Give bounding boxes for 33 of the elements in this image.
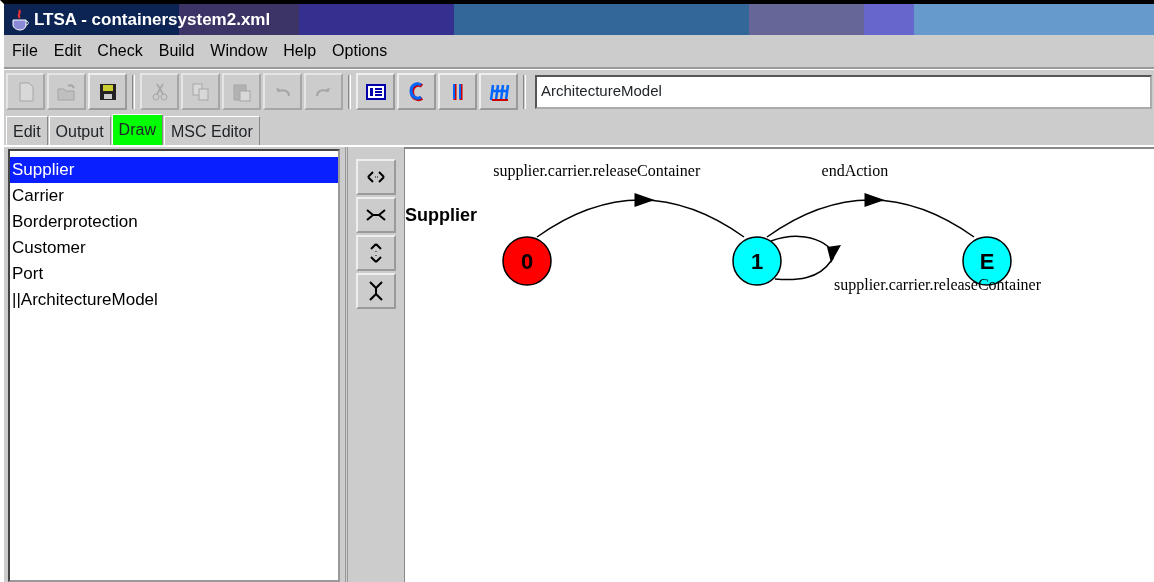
transition-label: endAction [821,162,889,179]
menu-item[interactable]: File [4,39,46,63]
list-item[interactable]: Carrier [10,183,338,209]
menu-item[interactable]: Help [275,39,325,63]
toolbar-button[interactable] [88,73,127,110]
copy-icon [189,80,212,103]
zoom-button[interactable] [356,235,396,271]
menu-item[interactable]: Check [89,39,151,63]
tab[interactable]: Edit [6,116,48,145]
state-node: 1 [732,236,782,286]
list-item[interactable]: Borderprotection [10,209,338,235]
tab[interactable]: MSC Editor [163,116,260,145]
menu-item[interactable]: Build [150,39,203,63]
tab[interactable]: Output [48,116,111,145]
transition-label: supplier.carrier.releaseContainer [834,276,1041,293]
diagram-title: Supplier [405,205,477,225]
list-item[interactable]: Port [10,261,338,287]
menu-item[interactable]: Edit [45,39,90,63]
state-node: 0 [502,236,552,286]
zoom-button[interactable] [356,159,396,195]
toolbar-button[interactable] [356,73,395,110]
target-combo[interactable]: ArchitectureModel [535,74,1152,109]
window-title: LTSA - containersystem2.xml [34,8,271,31]
tab[interactable]: Draw [111,114,163,145]
zoom-button[interactable] [356,273,396,309]
list-item[interactable]: Supplier [10,157,338,183]
transition-label: supplier.carrier.releaseContainer [493,162,701,179]
coffee-cup-icon [10,9,30,32]
list-item[interactable]: Customer [10,235,338,261]
list-item[interactable]: ||ArchitectureModel [10,287,338,313]
menu-item[interactable]: Window [202,39,276,63]
zoom-button[interactable] [356,197,396,233]
menu-item[interactable]: Options [324,39,396,63]
